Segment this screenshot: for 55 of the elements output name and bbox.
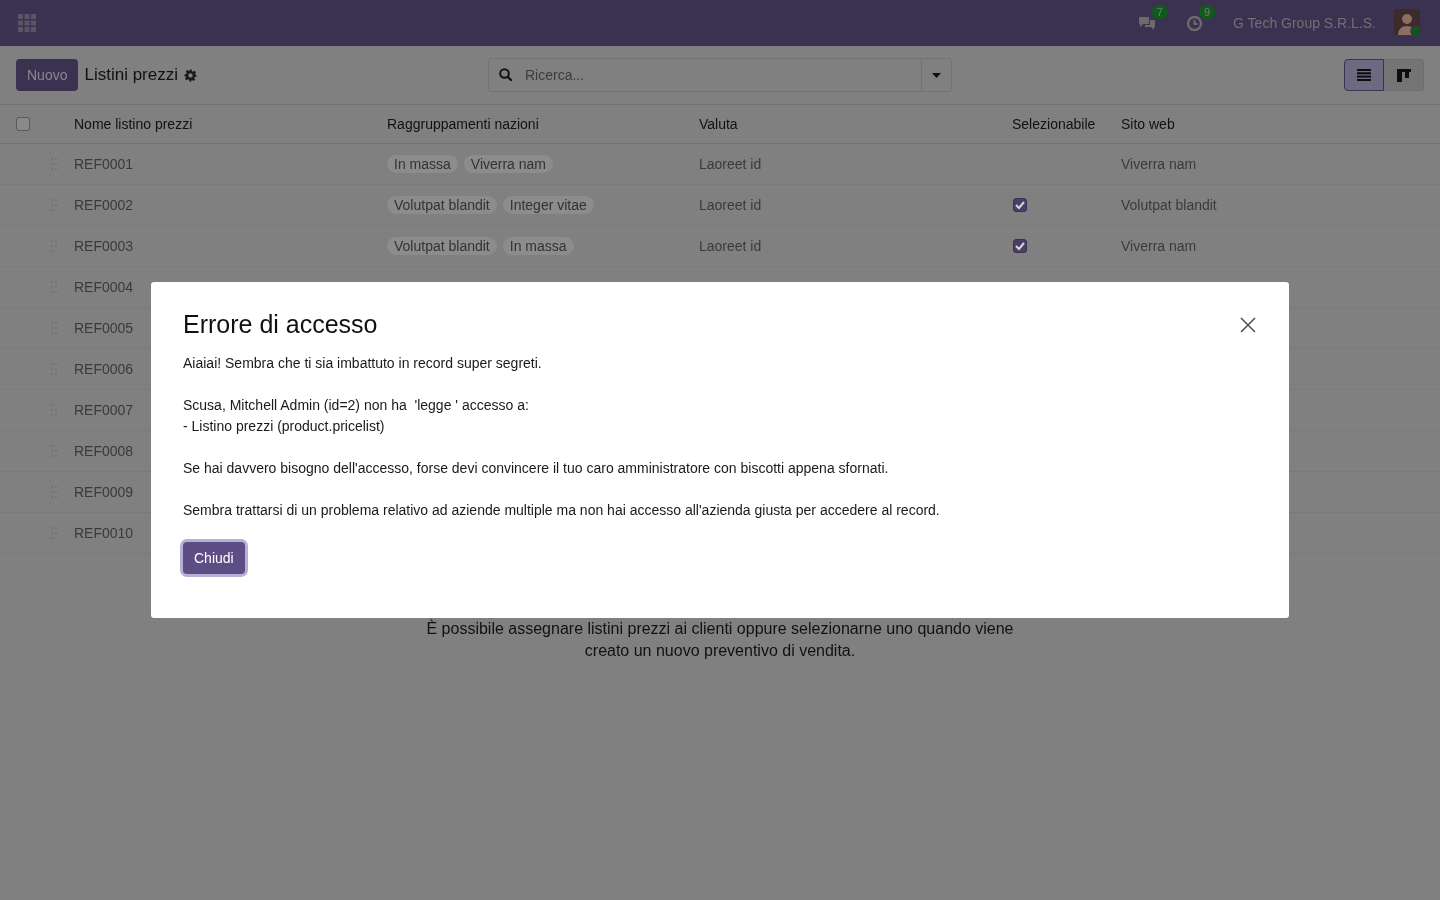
table-cell: REF0004 <box>74 279 134 295</box>
close-button[interactable]: Chiudi <box>183 542 245 574</box>
column-header[interactable]: Valuta <box>699 116 1012 132</box>
country-group-tag: Viverra nam <box>463 155 554 173</box>
table-cell: Laoreet id <box>699 156 762 172</box>
table-cell: REF0009 <box>74 484 134 500</box>
user-avatar-icon[interactable] <box>1394 9 1422 37</box>
column-header[interactable]: Raggruppamenti nazioni <box>387 116 699 132</box>
table-cell: REF0002 <box>74 197 134 213</box>
close-icon[interactable] <box>1240 316 1256 333</box>
column-header[interactable]: Nome listino prezzi <box>74 116 387 132</box>
help-text: È possibile assegnare listini prezzi ai clienti oppure selezionarne uno quando viene <box>426 620 1014 638</box>
kanban-view-button[interactable] <box>1384 59 1424 91</box>
country-group-tag: Volutpat blandit <box>387 196 497 214</box>
dialog-message: Sembra trattarsi di un problema relativo ad aziende multiple ma non hai accesso all'azienda giusta per accedere al record. <box>183 501 940 520</box>
table-cell: REF0003 <box>74 238 134 254</box>
chat-icon[interactable] <box>1137 15 1156 31</box>
list-icon <box>1357 69 1371 81</box>
table-cell: REF0010 <box>74 525 134 541</box>
dialog-message: Aiaiai! Sembra che ti sia imbattuto in record super segreti. <box>183 354 543 373</box>
company-name[interactable]: G Tech Group S.R.L.S. <box>1233 15 1376 31</box>
search-field[interactable]: Ricerca... <box>488 58 952 92</box>
help-text: creato un nuovo preventivo di vendita. <box>584 642 856 660</box>
list-view-button[interactable] <box>1344 59 1384 91</box>
page-title: Listini prezzi <box>84 65 178 85</box>
table-cell: Viverra nam <box>1121 156 1197 172</box>
select-all-checkbox[interactable] <box>16 117 30 131</box>
apps-menu-icon[interactable] <box>18 14 36 32</box>
table-cell: Laoreet id <box>699 238 762 254</box>
country-group-tag: Volutpat blandit <box>387 237 497 255</box>
clock-icon[interactable] <box>1185 14 1203 32</box>
search-input[interactable]: Ricerca... <box>513 66 921 84</box>
activity-count-badge: 9 <box>1198 4 1216 19</box>
caret-icon <box>932 72 941 78</box>
table-cell: Viverra nam <box>1121 238 1197 254</box>
search-icon <box>499 68 513 82</box>
dialog-message: Se hai davvero bisogno dell'accesso, forse devi convincere il tuo caro amministratore con biscotti appena sfornati. <box>183 459 890 478</box>
dialog-title: Errore di accesso <box>183 310 378 339</box>
table-cell: Laoreet id <box>699 197 762 213</box>
country-group-tag: Integer vitae <box>502 196 594 214</box>
dialog-message: Scusa, Mitchell Admin (id=2) non ha 'legge ' accesso a: - Listino prezzi (product.pricelist) <box>183 396 530 436</box>
table-cell: REF0007 <box>74 402 134 418</box>
settings-icon[interactable] <box>184 68 197 82</box>
table-cell: Volutpat blandit <box>1121 197 1217 213</box>
new-button[interactable]: Nuovo <box>16 59 79 91</box>
table-cell: REF0008 <box>74 443 134 459</box>
column-header[interactable]: Sito web <box>1121 116 1440 132</box>
message-count-badge: 7 <box>1151 5 1168 19</box>
column-header[interactable]: Selezionabile <box>1012 116 1121 132</box>
country-group-tag: In massa <box>387 155 458 173</box>
country-group-tag: In massa <box>502 237 574 255</box>
table-cell: REF0001 <box>74 156 134 172</box>
table-cell: REF0005 <box>74 320 134 336</box>
kanban-icon <box>1396 68 1411 82</box>
table-cell: REF0006 <box>74 361 134 377</box>
